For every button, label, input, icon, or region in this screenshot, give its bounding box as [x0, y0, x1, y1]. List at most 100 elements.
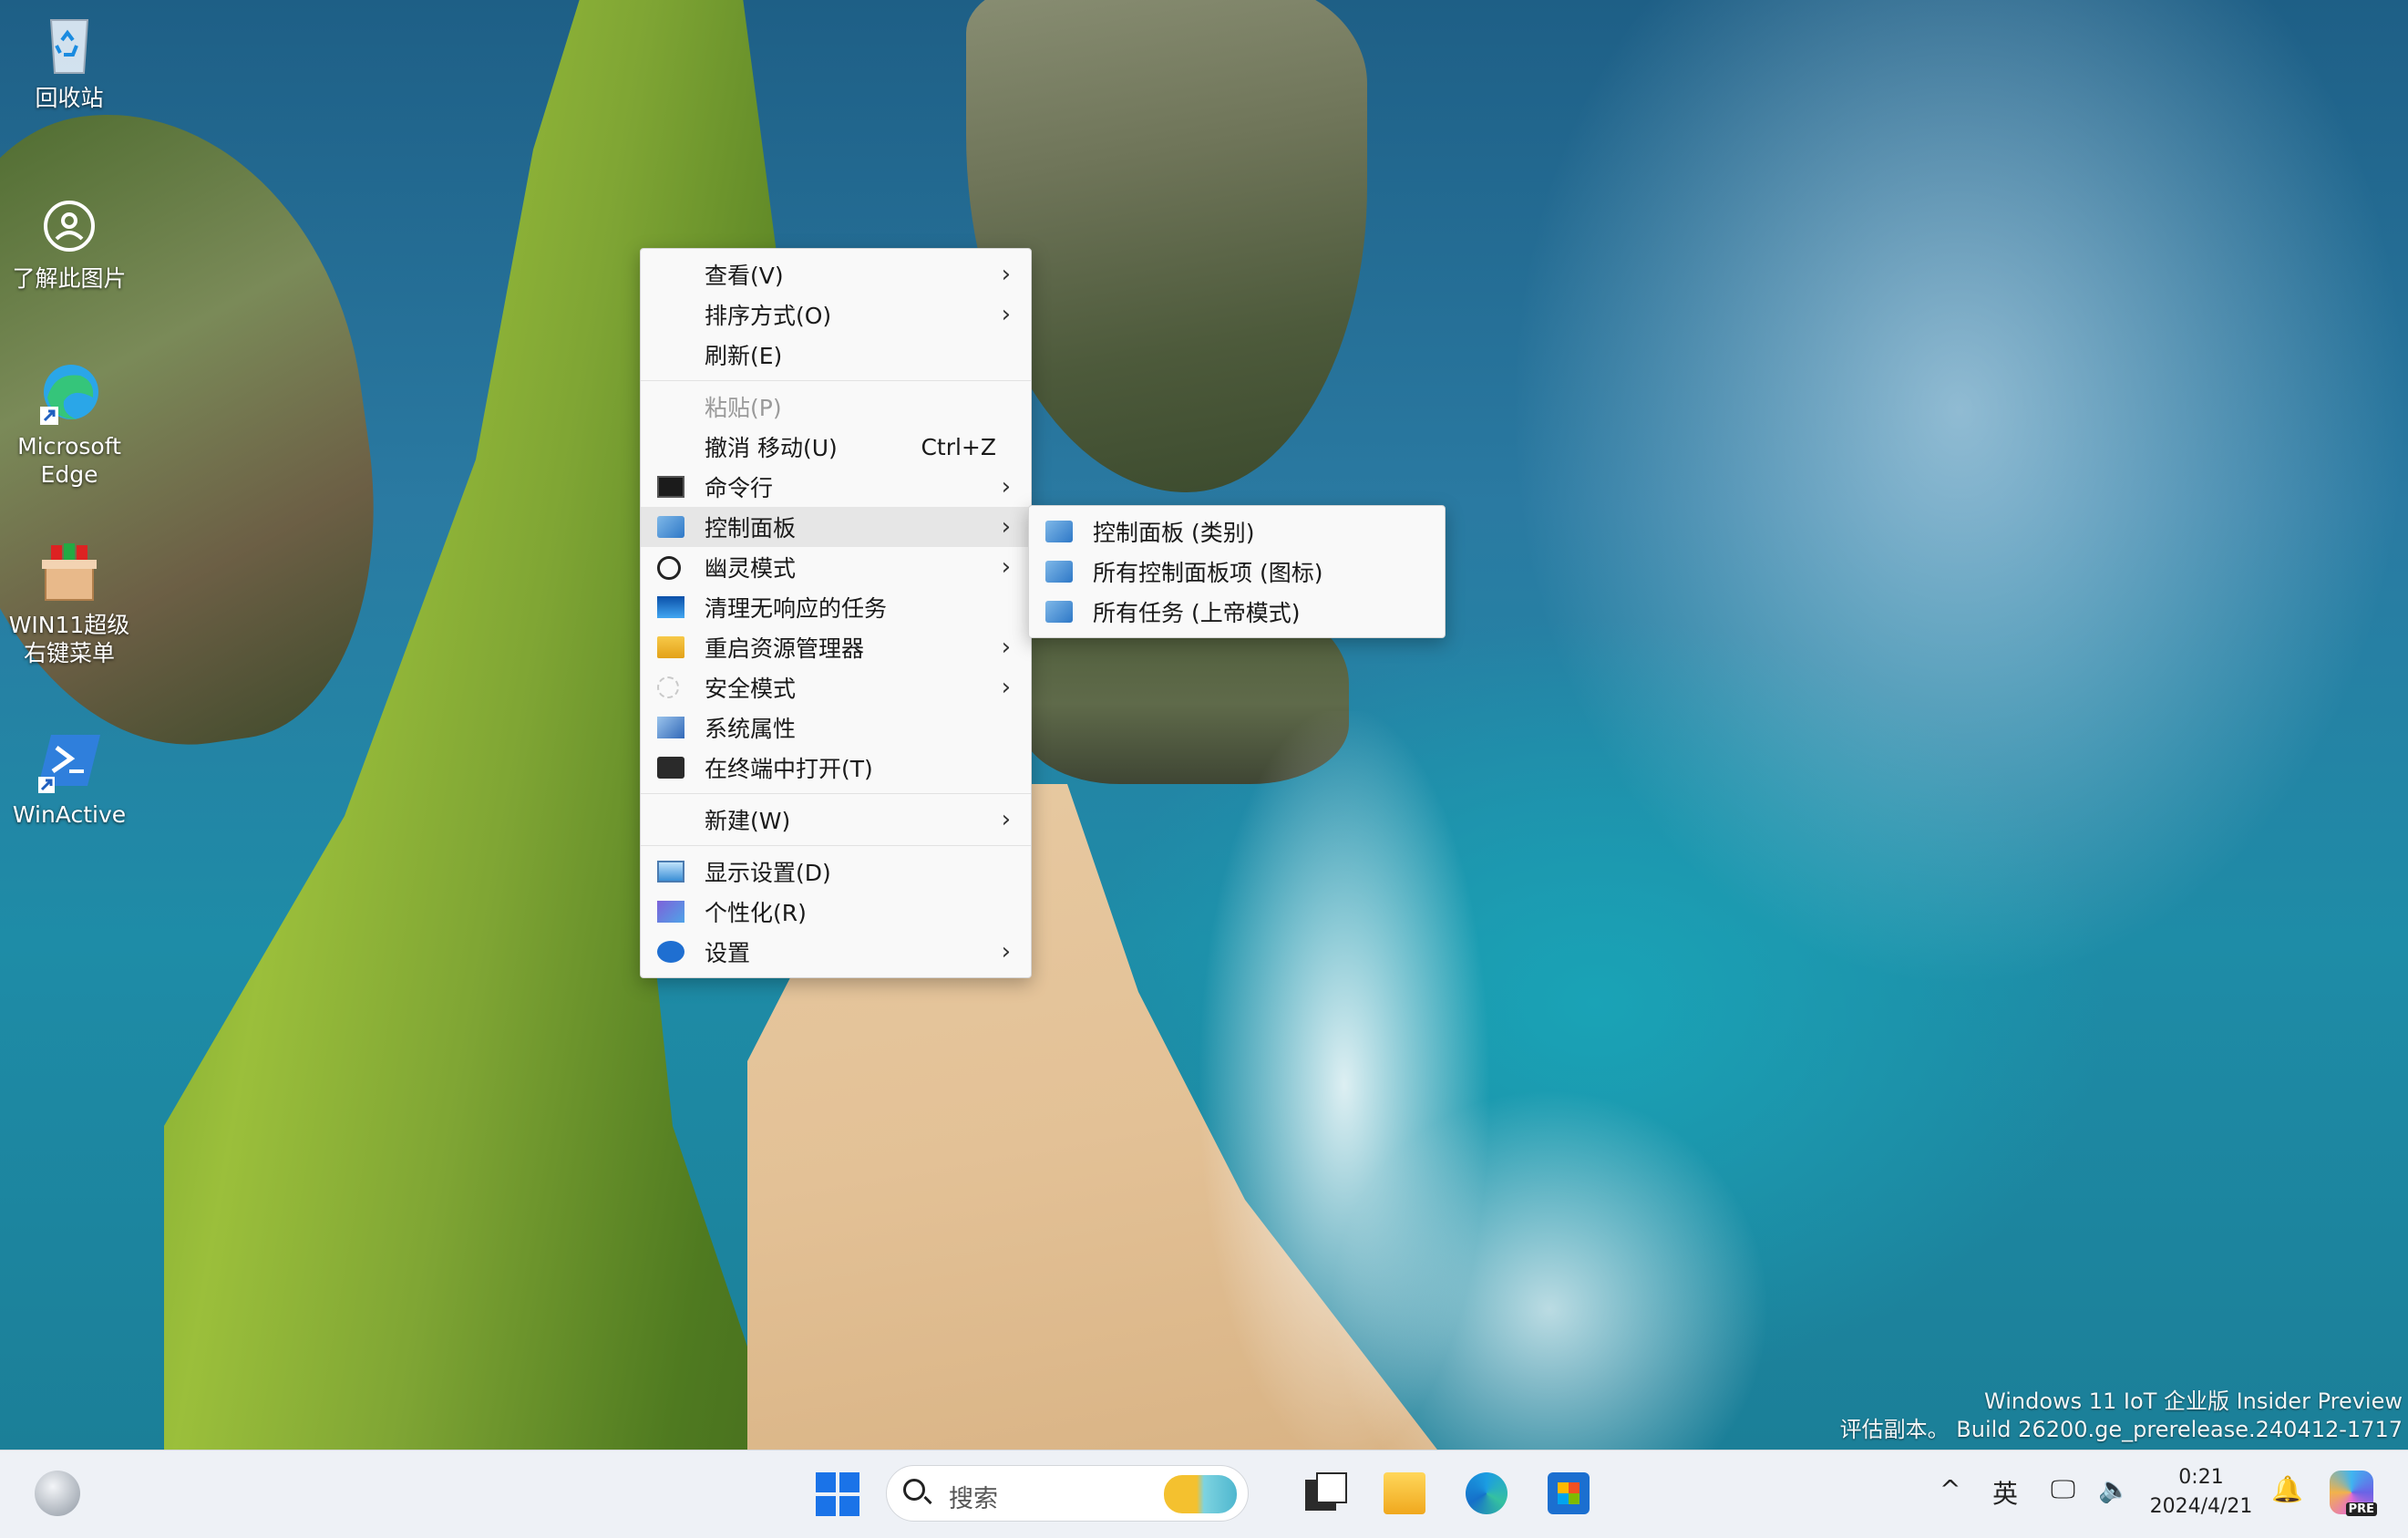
powershell-icon [36, 729, 102, 795]
menu-item-system-properties[interactable]: 系统属性 [641, 707, 1031, 748]
desktop-icon-edge[interactable]: Microsoft Edge [5, 361, 133, 489]
windows-logo-icon [816, 1472, 836, 1492]
menu-item-label: 撤消 移动(U) [705, 435, 838, 461]
menu-item-label: 安全模式 [705, 676, 797, 702]
notification-bell-icon[interactable]: 🔔 [2271, 1474, 2303, 1504]
recycle-bin-icon [36, 13, 102, 78]
desktop-icon-label: 了解此图片 [12, 265, 127, 292]
submenu-item-god-mode[interactable]: 所有任务 (上帝模式) [1029, 592, 1445, 632]
menu-separator [641, 380, 1031, 381]
edge-icon [36, 361, 102, 427]
submenu-arrow-icon: › [1001, 261, 1011, 288]
start-button[interactable] [816, 1472, 859, 1516]
desktop-icon-recycle-bin[interactable]: 回收站 [5, 13, 133, 112]
control-panel-icon [1045, 561, 1073, 583]
menu-separator [641, 793, 1031, 794]
submenu-item-control-panel-category[interactable]: 控制面板 (类别) [1029, 511, 1445, 552]
menu-item-open-terminal[interactable]: 在终端中打开(T) [641, 748, 1031, 788]
menu-item-label: 个性化(R) [705, 900, 807, 926]
personalize-icon [657, 901, 684, 923]
wallpaper-surf [1057, 711, 1878, 1450]
menu-item-cleanup-tasks[interactable]: 清理无响应的任务 [641, 587, 1031, 627]
desktop-icon-label: WIN11超级右键菜单 [8, 612, 130, 666]
task-view-button[interactable] [1305, 1472, 1347, 1514]
show-hidden-icons-chevron-icon[interactable]: ^ [1940, 1474, 1960, 1504]
copilot-button[interactable]: PRE [2330, 1471, 2377, 1516]
menu-item-label: 系统属性 [705, 716, 797, 742]
edge-taskbar-button[interactable] [1466, 1472, 1508, 1514]
file-explorer-button[interactable] [1384, 1472, 1425, 1514]
search-placeholder: 搜索 [949, 1485, 998, 1513]
network-icon[interactable]: 🖵 [2051, 1474, 2075, 1505]
settings-gear-icon [657, 941, 684, 963]
menu-item-undo-move[interactable]: 撤消 移动(U) Ctrl+Z [641, 427, 1031, 467]
menu-item-label: 清理无响应的任务 [705, 595, 888, 622]
store-taskbar-button[interactable] [1548, 1472, 1590, 1514]
menu-item-new[interactable]: 新建(W) › [641, 800, 1031, 840]
menu-item-restart-explorer[interactable]: 重启资源管理器 › [641, 627, 1031, 667]
taskbar-search-box[interactable]: 搜索 [886, 1465, 1249, 1522]
menu-item-label: 控制面板 [705, 515, 797, 542]
clock-date: 2024/4/21 [2149, 1495, 2253, 1518]
menu-separator [641, 845, 1031, 846]
menu-item-sort[interactable]: 排序方式(O) › [641, 294, 1031, 335]
submenu-item-all-control-panel-items[interactable]: 所有控制面板项 (图标) [1029, 552, 1445, 592]
search-highlight-icon [1164, 1475, 1237, 1513]
desktop-icon-winactive[interactable]: WinActive [5, 729, 133, 829]
control-panel-submenu: 控制面板 (类别) 所有控制面板项 (图标) 所有任务 (上帝模式) [1028, 505, 1446, 638]
menu-item-control-panel[interactable]: 控制面板 › [641, 507, 1031, 547]
menu-item-label: 幽灵模式 [705, 555, 797, 582]
menu-item-display-settings[interactable]: 显示设置(D) [641, 852, 1031, 892]
camera-icon [36, 193, 102, 259]
desktop-icon-label: Microsoft Edge [17, 433, 121, 488]
menu-item-view[interactable]: 查看(V) › [641, 254, 1031, 294]
submenu-arrow-icon: › [1001, 806, 1011, 833]
menu-item-settings[interactable]: 设置 › [641, 932, 1031, 972]
windows-logo-icon [839, 1496, 859, 1516]
task-view-icon [1316, 1472, 1347, 1503]
menu-item-shortcut: Ctrl+Z [921, 433, 996, 460]
menu-item-label: 显示设置(D) [705, 860, 831, 886]
input-method-indicator[interactable]: 英 [1992, 1474, 2018, 1511]
menu-item-ghost-mode[interactable]: 幽灵模式 › [641, 547, 1031, 587]
menu-item-label: 查看(V) [705, 263, 784, 289]
control-panel-icon [657, 516, 684, 538]
submenu-arrow-icon: › [1001, 553, 1011, 581]
widgets-button[interactable] [35, 1471, 80, 1516]
menu-item-label: 重启资源管理器 [705, 635, 865, 662]
submenu-arrow-icon: › [1001, 634, 1011, 661]
menu-item-label: 命令行 [705, 475, 774, 501]
menu-item-label: 设置 [705, 940, 751, 966]
menu-item-label: 所有任务 (上帝模式) [1093, 600, 1301, 626]
desktop-icon-label: WinActive [12, 801, 127, 828]
menu-item-label: 粘贴(P) [705, 395, 782, 421]
clock-time: 0:21 [2178, 1466, 2224, 1489]
submenu-arrow-icon: › [1001, 938, 1011, 965]
taskbar-clock[interactable]: 0:21 2024/4/21 [2142, 1463, 2260, 1522]
menu-item-safe-mode[interactable]: 安全模式 › [641, 667, 1031, 707]
copilot-preview-badge: PRE [2345, 1502, 2377, 1516]
desktop-icon-label: 回收站 [35, 85, 104, 111]
safe-mode-icon [657, 676, 679, 698]
control-panel-icon [1045, 601, 1073, 623]
menu-item-command-line[interactable]: 命令行 › [641, 467, 1031, 507]
control-panel-icon [1045, 521, 1073, 542]
terminal-icon [657, 757, 684, 779]
cmd-icon [657, 476, 684, 498]
menu-item-label: 刷新(E) [705, 343, 783, 369]
desktop-context-menu: 查看(V) › 排序方式(O) › 刷新(E) 粘贴(P) 撤消 移动(U) C… [640, 248, 1032, 978]
taskbar: 搜索 ^ 英 🖵 🔈 0:21 2024/4/21 🔔 PRE [0, 1450, 2408, 1538]
menu-item-label: 排序方式(O) [705, 303, 832, 329]
menu-item-label: 在终端中打开(T) [705, 756, 873, 782]
submenu-arrow-icon: › [1001, 473, 1011, 501]
submenu-arrow-icon: › [1001, 301, 1011, 328]
volume-icon[interactable]: 🔈 [2098, 1474, 2130, 1504]
watermark-edition: Windows 11 IoT 企业版 Insider Preview [1984, 1388, 2403, 1414]
desktop-icon-win11-menu[interactable]: WIN11超级右键菜单 [5, 540, 133, 667]
menu-item-refresh[interactable]: 刷新(E) [641, 335, 1031, 375]
system-properties-icon [657, 717, 684, 738]
menu-item-personalize[interactable]: 个性化(R) [641, 892, 1031, 932]
menu-item-paste: 粘贴(P) [641, 387, 1031, 427]
desktop-icon-learn-about-picture[interactable]: 了解此图片 [5, 193, 133, 293]
desktop-wallpaper: 回收站 了解此图片 Microsoft Edge WIN11超级右键菜单 Win… [0, 0, 2408, 1450]
